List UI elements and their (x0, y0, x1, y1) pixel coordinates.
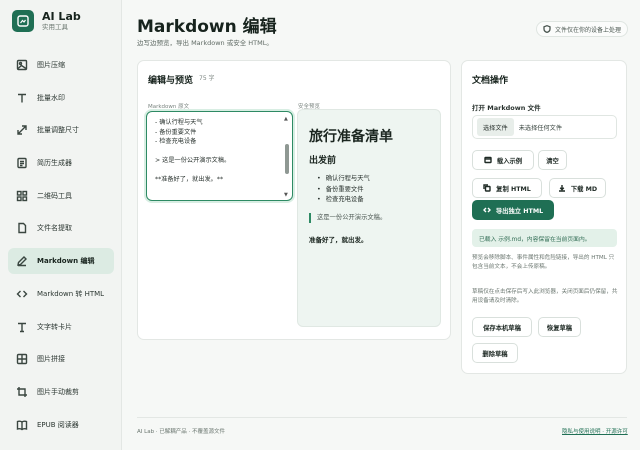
sidebar-item-image-stitch[interactable]: 图片拼接 (8, 346, 114, 372)
ops-title: 文档操作 (472, 76, 509, 86)
copy-html-button[interactable]: 复制 HTML (472, 178, 542, 198)
page-title: Markdown 编辑 (137, 17, 277, 37)
editor-card: 编辑与预览 75 字 Markdown 原文 安全预览 - 确认行程与天气 - … (137, 60, 451, 340)
download-md-label: 下载 MD (570, 185, 598, 193)
brand[interactable]: AI Lab 实用工具 (12, 10, 81, 32)
code-icon (16, 288, 28, 300)
sidebar-item-label: 简历生成器 (37, 159, 72, 168)
brand-subtitle: 实用工具 (42, 23, 68, 31)
pen-icon (16, 255, 28, 267)
editor-title: 编辑与预览 (148, 76, 194, 86)
footer-divider (137, 417, 627, 418)
file-status: 未选择任何文件 (518, 124, 563, 132)
crop-icon (16, 386, 28, 398)
save-draft-label: 保存本机草稿 (483, 324, 521, 332)
preview-list: 确认行程与天气 备份重要文件 检查充电设备 (317, 174, 370, 206)
preview-blockquote: 这是一份公开演示文稿。 (309, 213, 386, 223)
sidebar-item-markdown-edit[interactable]: Markdown 编辑 (8, 248, 114, 275)
brand-name: AI Lab (42, 10, 81, 23)
text-icon (16, 92, 28, 104)
scroll-up-icon[interactable]: ▲ (284, 116, 288, 122)
delete-draft-button[interactable]: 删除草稿 (472, 343, 518, 363)
privacy-badge-text: 文件仅在你的设备上处理 (555, 26, 622, 34)
list-item: 确认行程与天气 (317, 174, 370, 185)
sidebar-item-label: 二维码工具 (37, 191, 72, 200)
load-sample-label: 载入示例 (496, 157, 523, 165)
sidebar-item-label: 图片手动裁剪 (37, 387, 79, 396)
clear-label: 清空 (546, 157, 559, 165)
sidebar-item-label: 文件名提取 (37, 224, 72, 233)
download-md-button[interactable]: 下载 MD (549, 178, 606, 198)
document-ops-card: 文档操作 打开 Markdown 文件 选择文件 未选择任何文件 载入示例 清空… (461, 60, 627, 374)
privacy-badge: 文件仅在你的设备上处理 (536, 21, 629, 37)
ai-lab-logo-icon (12, 10, 34, 32)
markdown-source-text[interactable]: - 确认行程与天气 - 备份重要文件 - 检查充电设备 > 这是一份公开演示文稿… (155, 118, 230, 185)
restore-draft-button[interactable]: 恢复草稿 (538, 317, 581, 337)
load-sample-button[interactable]: 载入示例 (472, 150, 534, 170)
help-text-draft: 草稿仅在点击保存后写入此浏览器，关闭页面后仍保留，共用设备请及时清除。 (472, 289, 618, 304)
copy-html-label: 复制 HTML (496, 185, 531, 193)
file-input[interactable]: 选择文件 未选择任何文件 (472, 115, 617, 139)
sidebar-item-label: 图片拼接 (37, 355, 65, 364)
choose-file-button[interactable]: 选择文件 (477, 118, 514, 136)
code-icon (482, 207, 491, 213)
text-card-icon (16, 321, 28, 333)
status-notice: 已载入 示例.md，内容保留在当前页面内。 (472, 229, 617, 247)
help-text-preview: 预览会移除脚本、事件属性和危险链接，导出的 HTML 只包含当前文本，不会上传原… (472, 255, 615, 270)
sidebar-item-filename-extract[interactable]: 文件名提取 (8, 215, 114, 241)
source-label: Markdown 原文 (148, 104, 190, 110)
list-item: 检查充电设备 (317, 195, 370, 206)
shield-icon (543, 25, 551, 33)
book-icon (16, 419, 28, 431)
sidebar-item-label: 图片压缩 (37, 61, 65, 69)
sidebar-item-image-crop[interactable]: 图片手动裁剪 (8, 379, 114, 405)
file-icon (16, 222, 28, 234)
export-html-button[interactable]: 导出独立 HTML (472, 200, 554, 220)
sidebar-item-label: 文字转卡片 (37, 322, 72, 331)
image-icon (16, 59, 28, 71)
sidebar-item-qr-tool[interactable]: 二维码工具 (8, 183, 114, 209)
source-scrollbar[interactable]: ▲ ▼ (284, 116, 289, 198)
scroll-thumb[interactable] (284, 144, 289, 174)
delete-draft-label: 删除草稿 (482, 350, 508, 358)
sidebar-item-text-to-card[interactable]: 文字转卡片 (8, 314, 114, 340)
preview-heading-2: 出发前 (309, 156, 337, 166)
sidebar-item-batch-resize[interactable]: 批量调整尺寸 (8, 117, 114, 143)
document-icon (16, 157, 28, 169)
export-html-label: 导出独立 HTML (495, 207, 544, 215)
sidebar-item-epub-reader[interactable]: EPUB 阅读器 (8, 412, 114, 438)
sidebar-nav: 图片压缩 批量水印 批量调整尺寸 简历生成器 二维码工具 文件名提取 Markd… (8, 52, 114, 444)
collage-icon (16, 353, 28, 365)
footer-links[interactable]: 隐私与使用说明 · 开源许可 (562, 427, 628, 435)
word-count: 75 字 (199, 75, 215, 82)
clear-button[interactable]: 清空 (538, 150, 567, 170)
sidebar-item-batch-watermark[interactable]: 批量水印 (8, 85, 114, 111)
sidebar-item-markdown-to-html[interactable]: Markdown 转 HTML (8, 281, 114, 307)
sidebar-item-label: 批量水印 (37, 93, 65, 102)
sidebar: AI Lab 实用工具 图片压缩 批量水印 批量调整尺寸 简历生成器 二维码工具… (0, 0, 122, 450)
sidebar-item-label: Markdown 转 HTML (37, 289, 105, 298)
safe-preview-pane: 旅行准备清单 出发前 确认行程与天气 备份重要文件 检查充电设备 这是一份公开演… (297, 109, 441, 327)
preview-bold-text: 准备好了，就出发。 (309, 236, 368, 244)
sidebar-item-image-compress[interactable]: 图片压缩 (8, 52, 114, 78)
open-file-label: 打开 Markdown 文件 (472, 104, 541, 112)
load-icon (484, 156, 492, 164)
markdown-source-textarea[interactable]: - 确认行程与天气 - 备份重要文件 - 检查充电设备 > 这是一份公开演示文稿… (146, 111, 293, 201)
save-draft-button[interactable]: 保存本机草稿 (472, 317, 532, 337)
restore-draft-label: 恢复草稿 (546, 324, 573, 332)
sidebar-item-resume-builder[interactable]: 简历生成器 (8, 150, 114, 176)
resize-icon (16, 124, 28, 136)
download-icon (558, 185, 565, 192)
footer-text: AI Lab · 已解耦产品 · 不覆盖源文件 (137, 429, 226, 435)
preview-heading-1: 旅行准备清单 (309, 129, 393, 145)
grid-icon (16, 190, 28, 202)
scroll-down-icon[interactable]: ▼ (284, 192, 288, 198)
sidebar-item-label: EPUB 阅读器 (37, 420, 79, 429)
copy-icon (483, 184, 491, 192)
list-item: 备份重要文件 (317, 185, 370, 196)
page-subtitle: 边写边预览，导出 Markdown 或安全 HTML。 (137, 39, 273, 47)
sidebar-item-label: Markdown 编辑 (37, 257, 95, 266)
sidebar-item-label: 批量调整尺寸 (37, 126, 79, 135)
